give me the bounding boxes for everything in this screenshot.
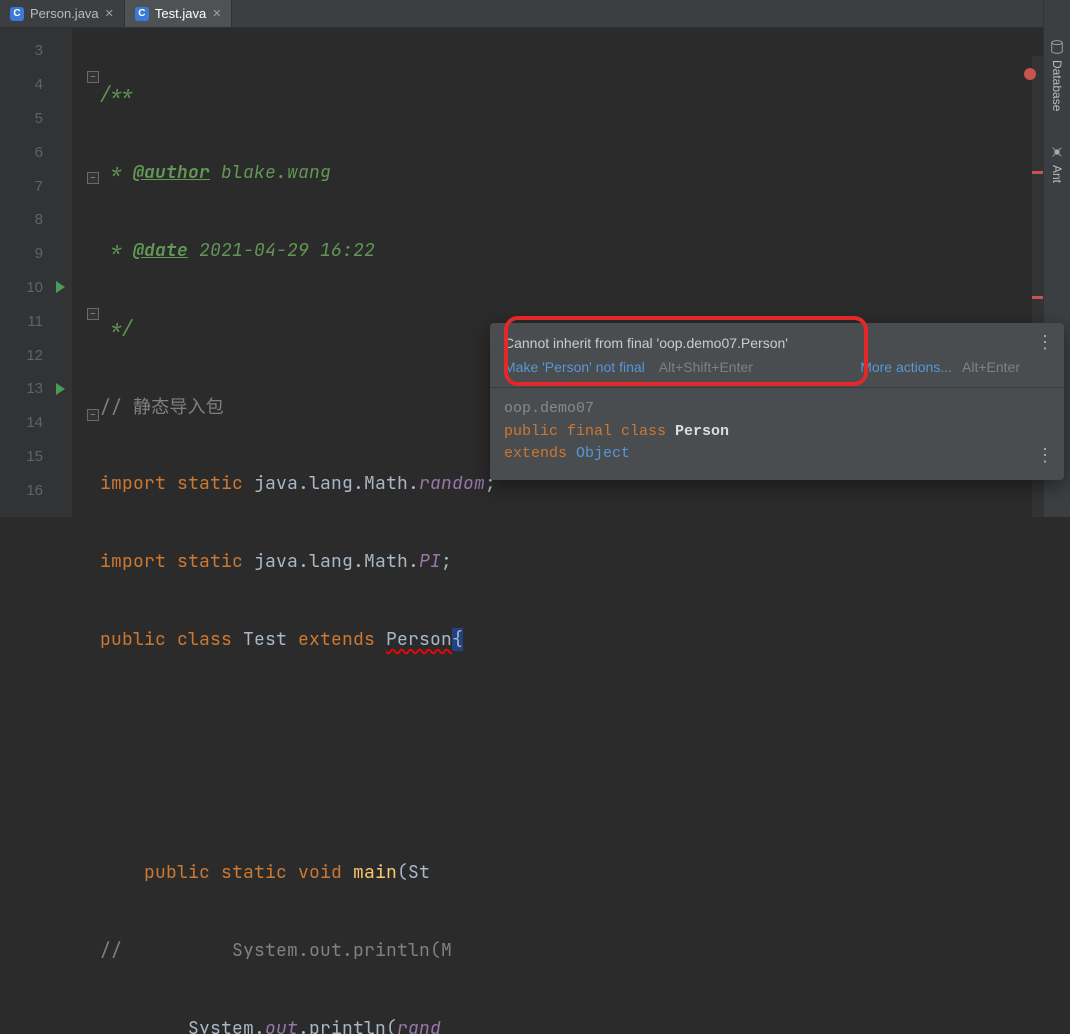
- close-icon[interactable]: ✕: [212, 7, 221, 20]
- run-icon[interactable]: [56, 281, 65, 293]
- line-number[interactable]: 8: [0, 203, 71, 237]
- doc-preview: ⋮ oop.demo07 public final class Person e…: [490, 387, 1064, 480]
- more-icon[interactable]: ⋮: [1036, 333, 1054, 351]
- tab-test-java[interactable]: C Test.java ✕: [125, 0, 233, 27]
- editor-tabs: C Person.java ✕ C Test.java ✕: [0, 0, 1070, 28]
- object-class-link[interactable]: Object: [576, 445, 630, 462]
- ant-icon: [1050, 145, 1064, 159]
- close-icon[interactable]: ✕: [105, 7, 114, 20]
- error-marker[interactable]: [1032, 296, 1043, 299]
- gutter: 3 4 5 6 7 8 9 10 11 12 13 14 15 16: [0, 28, 72, 517]
- more-icon[interactable]: ⋮: [1036, 448, 1054, 466]
- java-class-icon: C: [135, 7, 149, 21]
- line-number[interactable]: 12: [0, 338, 71, 372]
- ant-tool-button[interactable]: Ant: [1050, 145, 1064, 183]
- line-number[interactable]: 13: [0, 372, 71, 406]
- line-number[interactable]: 6: [0, 135, 71, 169]
- javadoc-tag: @date: [133, 239, 188, 262]
- line-number[interactable]: 10: [0, 271, 71, 305]
- javadoc-tag: @author: [133, 161, 210, 184]
- run-icon[interactable]: [56, 383, 65, 395]
- more-actions-link[interactable]: More actions...: [860, 359, 952, 375]
- database-tool-button[interactable]: Database: [1050, 40, 1064, 111]
- error-marker[interactable]: [1032, 171, 1043, 174]
- tab-label: Test.java: [155, 6, 206, 21]
- line-number[interactable]: 16: [0, 473, 71, 507]
- line-number[interactable]: 11: [0, 304, 71, 338]
- code-text: /**: [100, 83, 133, 106]
- line-number[interactable]: 9: [0, 237, 71, 271]
- java-class-icon: C: [10, 7, 24, 21]
- tab-label: Person.java: [30, 6, 99, 21]
- error-indicator-icon[interactable]: [1024, 68, 1036, 80]
- database-icon: [1050, 40, 1064, 54]
- line-number[interactable]: 4: [0, 68, 71, 102]
- line-number[interactable]: 5: [0, 102, 71, 136]
- caret: {: [452, 628, 463, 651]
- inspection-popup: ⋮ Cannot inherit from final 'oop.demo07.…: [490, 323, 1064, 480]
- line-number[interactable]: 3: [0, 34, 71, 68]
- error-token[interactable]: Person: [386, 628, 452, 651]
- line-number[interactable]: 15: [0, 440, 71, 474]
- quick-fix-link[interactable]: Make 'Person' not final: [504, 359, 645, 375]
- error-message: Cannot inherit from final 'oop.demo07.Pe…: [504, 335, 1020, 351]
- line-number[interactable]: 14: [0, 406, 71, 440]
- line-number[interactable]: 7: [0, 169, 71, 203]
- shortcut-hint: Alt+Enter: [962, 359, 1020, 375]
- shortcut-hint: Alt+Shift+Enter: [659, 359, 753, 375]
- tab-person-java[interactable]: C Person.java ✕: [0, 0, 125, 27]
